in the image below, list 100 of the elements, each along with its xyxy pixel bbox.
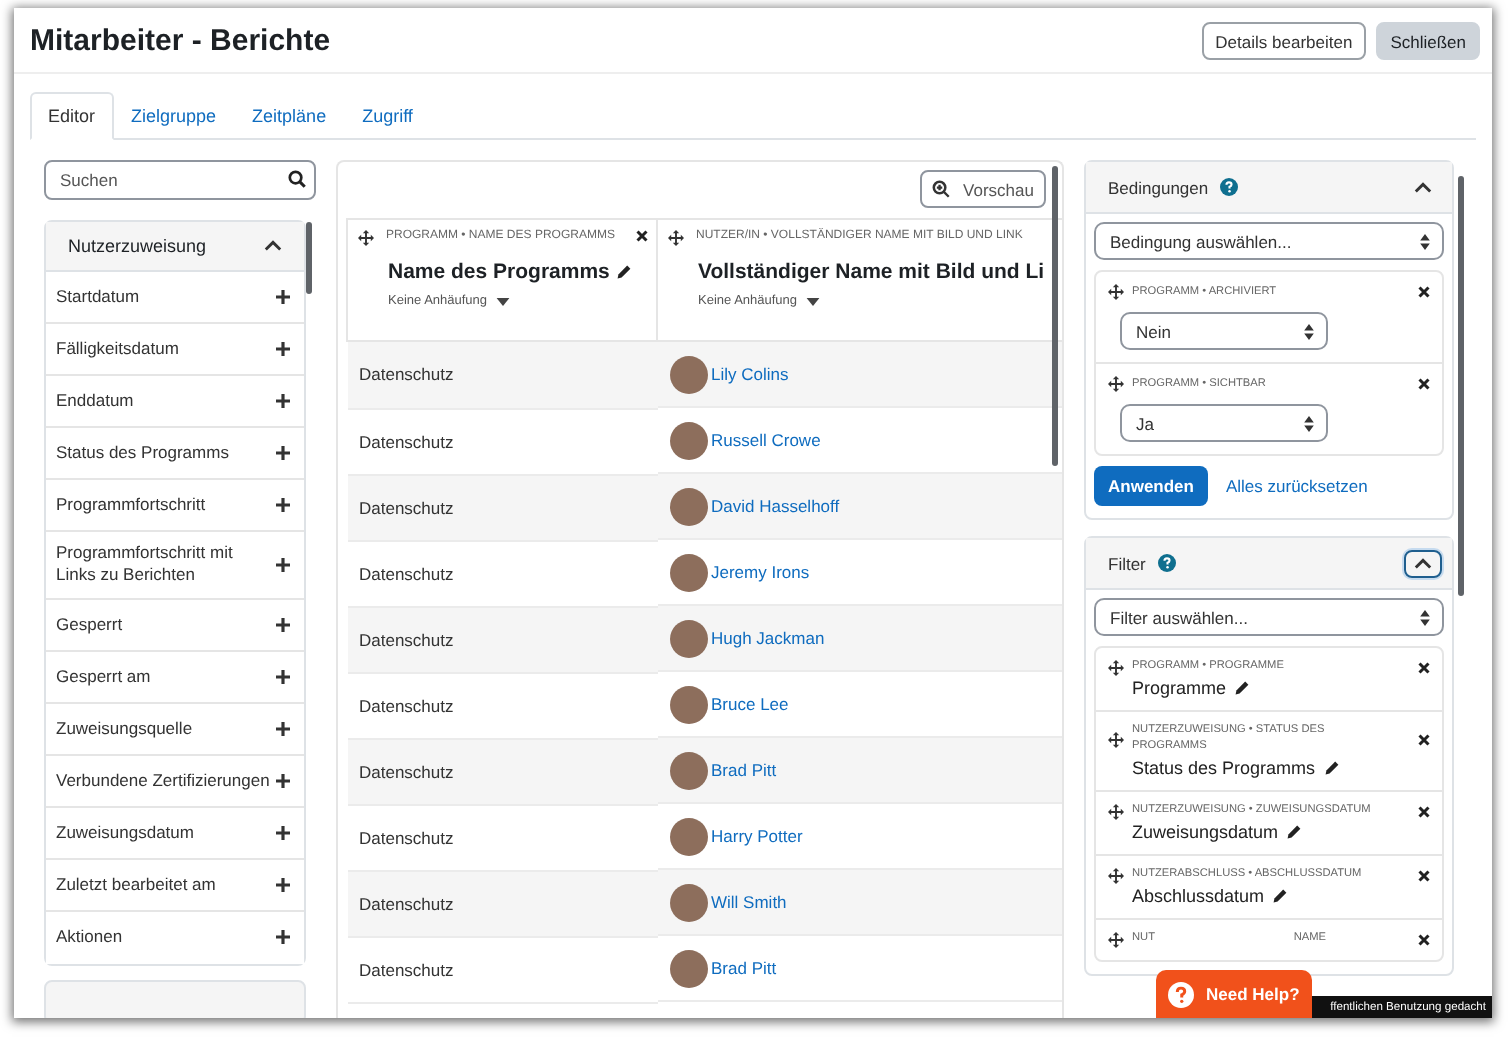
tab[interactable]: Zugriff xyxy=(344,92,431,140)
help-icon[interactable] xyxy=(1220,178,1239,196)
table-cell: Datenschutz xyxy=(347,936,657,1002)
avatar xyxy=(669,619,707,657)
filter-name: Programme xyxy=(1132,678,1227,698)
user-link[interactable]: Brad Pitt xyxy=(711,760,777,780)
section-title: Nutzerzuweisung xyxy=(68,236,207,256)
value-select[interactable]: Nein xyxy=(1120,312,1328,350)
close-button[interactable]: Schließen xyxy=(1376,21,1480,59)
avatar xyxy=(669,685,707,723)
filter-name: Zuweisungsdatum xyxy=(1132,821,1279,842)
pencil-icon[interactable] xyxy=(1272,887,1289,904)
edit-details-button[interactable]: Details bearbeiten xyxy=(1201,21,1367,59)
scrollbar-thumb[interactable] xyxy=(306,222,312,294)
column-title: Vollständiger Name mit Bild und Li xyxy=(698,260,1045,284)
move-icon[interactable] xyxy=(668,230,684,246)
pencil-icon[interactable] xyxy=(1323,759,1340,776)
avatar xyxy=(669,949,707,987)
avatar xyxy=(669,553,707,591)
move-icon[interactable] xyxy=(1108,284,1124,300)
avatar xyxy=(669,421,707,459)
plus-icon xyxy=(276,446,290,460)
user-link[interactable]: Bruce Lee xyxy=(711,694,789,714)
plus-icon xyxy=(276,721,290,736)
page-title: Mitarbeiter - Berichte xyxy=(30,23,331,57)
plus-icon xyxy=(276,825,290,840)
chevron-up-icon xyxy=(264,240,282,252)
column-title: Name des Programms xyxy=(388,260,610,284)
avatar xyxy=(669,487,707,525)
help-icon[interactable] xyxy=(1157,554,1176,572)
apply-button[interactable]: Anwenden xyxy=(1094,466,1208,506)
user-link[interactable]: Will Smith xyxy=(711,892,787,912)
avatar xyxy=(669,817,707,855)
close-icon[interactable] xyxy=(1418,733,1430,746)
table-cell: Datenschutz xyxy=(347,408,657,474)
table-cell: Datenschutz xyxy=(347,870,657,936)
plus-icon xyxy=(276,617,290,632)
filter-select[interactable]: Filter auswählen... xyxy=(1094,598,1444,636)
search-field[interactable]: Suchen xyxy=(44,160,316,200)
select-arrows-icon xyxy=(1420,233,1430,249)
user-link[interactable]: Harry Potter xyxy=(711,826,803,846)
pencil-icon[interactable] xyxy=(1286,823,1303,840)
plus-icon xyxy=(276,930,290,945)
pencil-icon[interactable] xyxy=(1234,680,1251,696)
move-icon[interactable] xyxy=(1108,867,1124,884)
user-link[interactable]: Russell Crowe xyxy=(711,430,821,450)
plus-icon xyxy=(276,498,290,512)
chevron-up-icon xyxy=(1414,181,1432,193)
move-icon[interactable] xyxy=(358,230,374,246)
card-title: Filter xyxy=(1108,553,1146,573)
select-arrows-icon xyxy=(1304,415,1314,431)
scrollbar-thumb[interactable] xyxy=(1458,176,1464,596)
tab[interactable]: Editor xyxy=(30,92,114,140)
value-select[interactable]: Ja xyxy=(1120,404,1328,442)
close-icon[interactable] xyxy=(1418,933,1430,946)
pencil-icon[interactable] xyxy=(615,264,632,280)
collapse-toggle[interactable] xyxy=(1404,549,1442,577)
user-link[interactable]: Hugh Jackman xyxy=(711,628,825,648)
close-icon[interactable] xyxy=(1418,378,1430,390)
scrollbar-thumb[interactable] xyxy=(1052,166,1058,466)
plus-icon xyxy=(276,290,290,304)
move-icon[interactable] xyxy=(1108,660,1124,676)
select-arrows-icon xyxy=(1420,609,1430,625)
close-icon[interactable] xyxy=(1418,805,1430,818)
search-icon xyxy=(288,170,306,188)
preview-button[interactable]: Vorschau xyxy=(919,170,1046,208)
close-icon[interactable] xyxy=(1418,869,1430,882)
card-title: Bedingungen xyxy=(1108,177,1209,197)
move-icon[interactable] xyxy=(1108,931,1124,948)
close-icon[interactable] xyxy=(636,230,648,242)
reset-link[interactable]: Alles zurücksetzen xyxy=(1225,476,1368,496)
caret-icon xyxy=(495,297,510,305)
avatar xyxy=(669,355,707,393)
tab[interactable]: Zeitpläne xyxy=(234,92,345,140)
zoom-icon xyxy=(931,180,950,198)
table-cell: Datenschutz xyxy=(347,341,657,408)
user-link[interactable]: Brad Pitt xyxy=(711,958,777,978)
move-icon[interactable] xyxy=(1108,376,1124,392)
help-icon xyxy=(1168,981,1194,1007)
plus-icon xyxy=(276,669,290,684)
move-icon[interactable] xyxy=(1108,731,1124,748)
table-cell: Datenschutz xyxy=(347,738,657,804)
close-icon[interactable] xyxy=(1418,286,1430,298)
user-link[interactable]: Jeremy Irons xyxy=(711,562,810,582)
user-link[interactable]: Lily Colins xyxy=(711,364,789,384)
table-cell: Datenschutz xyxy=(347,804,657,870)
table-cell: Datenschutz xyxy=(347,540,657,606)
plus-icon xyxy=(276,557,290,572)
table-cell: Datenschutz xyxy=(347,474,657,540)
filter-name: Status des Programms xyxy=(1132,757,1316,778)
select-arrows-icon xyxy=(1304,323,1314,339)
caret-icon xyxy=(805,297,820,305)
table-cell: Datenschutz xyxy=(347,606,657,672)
close-icon[interactable] xyxy=(1418,662,1430,674)
avatar xyxy=(669,751,707,789)
move-icon[interactable] xyxy=(1108,803,1124,820)
tab[interactable]: Zielgruppe xyxy=(113,92,235,140)
user-link[interactable]: David Hasselhoff xyxy=(711,496,840,516)
need-help-button[interactable]: Need Help? xyxy=(1156,970,1312,1018)
condition-select[interactable]: Bedingung auswählen... xyxy=(1094,222,1444,260)
